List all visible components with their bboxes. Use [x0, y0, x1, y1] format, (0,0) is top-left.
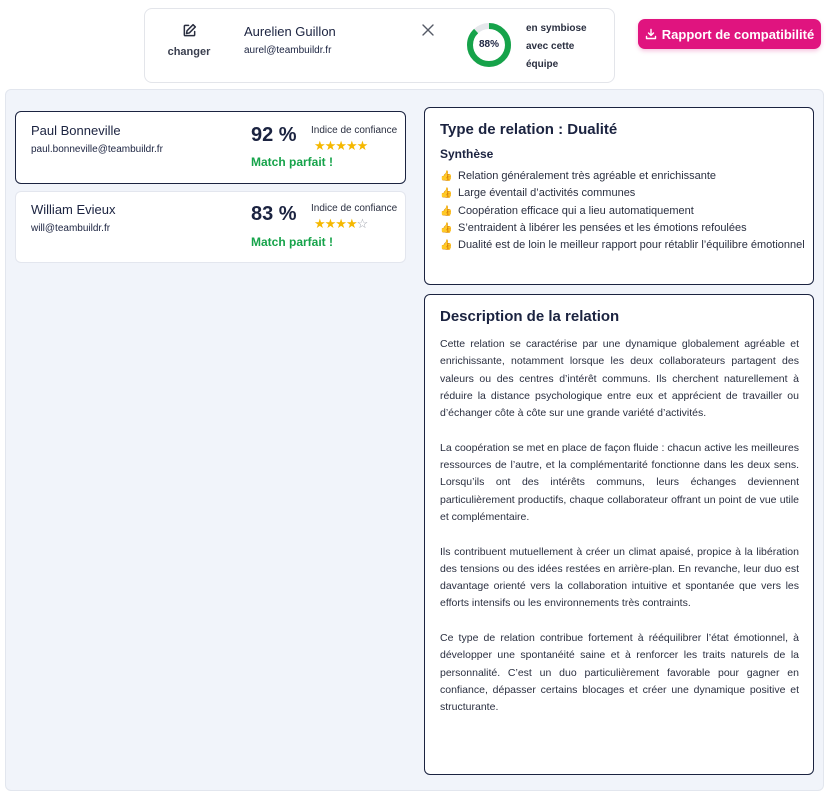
confidence-label: Indice de confiance	[311, 125, 398, 136]
description-paragraph: La coopération se met en place de façon …	[440, 441, 799, 523]
thumbs-up-icon: 👍	[440, 222, 453, 234]
match-name: William Evieux	[31, 202, 116, 217]
description-paragraph: Ils contribuent mutuellement à créer un …	[440, 545, 799, 610]
match-status: Match parfait !	[251, 235, 334, 249]
confidence-label: Indice de confiance	[311, 203, 398, 214]
download-icon	[645, 28, 656, 40]
description-body: Cette relation se caractérise par une dy…	[440, 336, 799, 734]
symbiose-gauge: 88%	[465, 21, 513, 69]
match-card-william-evieux[interactable]: William Evieux will@teambuildr.fr 83 % I…	[15, 191, 406, 263]
person-name: Aurelien Guillon	[244, 24, 336, 39]
match-percent: 83 %	[251, 203, 297, 225]
synthesis-item: 👍 S’entraident à libérer les pensées et l…	[440, 220, 805, 237]
synthesis-item: 👍 Large éventail d’activités communes	[440, 185, 805, 202]
synthesis-list: 👍 Relation généralement très agréable et …	[440, 168, 805, 254]
relation-title: Type de relation : Dualité	[440, 121, 617, 138]
thumbs-up-icon: 👍	[440, 240, 453, 252]
match-card-paul-bonneville[interactable]: Paul Bonneville paul.bonneville@teambuil…	[15, 111, 406, 184]
match-percent: 92 %	[251, 124, 297, 146]
match-email: paul.bonneville@teambuildr.fr	[31, 144, 163, 155]
change-label: changer	[167, 46, 211, 58]
relation-type-card: Type de relation : Dualité Synthèse 👍 Rel…	[424, 107, 814, 285]
synthesis-item: 👍 Dualité est de loin le meilleur rapport…	[440, 237, 805, 254]
relation-title-prefix: Type de relation :	[440, 121, 568, 138]
selected-person-card: changer Aurelien Guillon aurel@teambuild…	[144, 8, 615, 83]
match-email: will@teambuildr.fr	[31, 223, 111, 234]
change-person-button[interactable]: changer	[167, 23, 211, 58]
gauge-percent-label: 88%	[478, 39, 499, 50]
person-email: aurel@teambuildr.fr	[244, 45, 332, 56]
thumbs-up-icon: 👍	[440, 171, 453, 182]
confidence-stars: ★★★★☆	[314, 216, 369, 232]
confidence-stars: ★★★★★	[314, 138, 368, 154]
edit-icon	[183, 23, 196, 37]
star-icon-empty: ☆	[356, 216, 369, 231]
description-paragraph: Ce type de relation contribue fortement …	[440, 632, 799, 714]
synthesis-label: Synthèse	[440, 147, 494, 161]
star-icons-filled: ★★★★★	[314, 138, 368, 153]
relation-type: Dualité	[567, 121, 618, 138]
star-icons-filled: ★★★★	[314, 216, 358, 231]
compatibility-report-button[interactable]: Rapport de compatibilité	[638, 19, 821, 49]
close-icon[interactable]	[421, 23, 435, 37]
thumbs-up-icon: 👍	[440, 205, 453, 217]
report-button-label: Rapport de compatibilité	[661, 26, 815, 42]
symbiose-text: en symbiose avec cette équipe	[526, 23, 587, 70]
match-name: Paul Bonneville	[31, 123, 121, 138]
description-paragraph: Cette relation se caractérise par une dy…	[440, 338, 799, 420]
relation-description-card: Description de la relation Cette relatio…	[424, 294, 814, 775]
thumbs-up-icon: 👍	[440, 188, 453, 200]
description-title: Description de la relation	[440, 308, 620, 325]
match-status: Match parfait !	[251, 155, 334, 169]
synthesis-item: 👍 Coopération efficace qui a lieu automat…	[440, 203, 805, 220]
synthesis-item: 👍 Relation généralement très agréable et …	[440, 168, 805, 185]
